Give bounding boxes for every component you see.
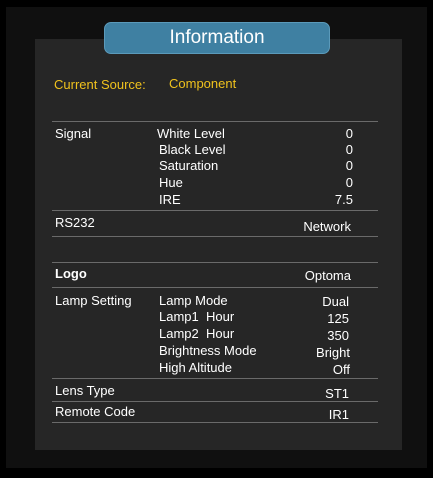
remote-code-label: Remote Code: [55, 404, 136, 419]
divider: [52, 378, 378, 379]
divider: [52, 121, 378, 122]
lens-type-label: Lens Type: [55, 383, 115, 398]
lamp-value-brightness-mode: Bright: [316, 345, 350, 360]
lamp-item-lamp1-hour: Lamp1 Hour: [159, 309, 235, 324]
signal-label: Signal: [55, 126, 92, 141]
signal-value-saturation: 0: [345, 158, 353, 173]
signal-value-black-level: 0: [345, 142, 353, 157]
logo-value: Optoma: [304, 268, 351, 283]
signal-value-white-level: 0: [345, 126, 353, 141]
divider: [52, 262, 378, 263]
rs232-label: RS232: [55, 215, 95, 230]
signal-item-ire: IRE: [159, 192, 181, 207]
divider: [52, 287, 378, 288]
menu-title: Information: [104, 22, 330, 54]
lamp-value-lamp2-hour: 350: [327, 328, 349, 343]
remote-code-value: IR1: [328, 407, 349, 422]
divider: [52, 210, 378, 211]
divider: [52, 401, 378, 402]
lamp-item-high-altitude: High Altitude: [159, 360, 232, 375]
signal-item-saturation: Saturation: [159, 158, 219, 173]
signal-item-black-level: Black Level: [159, 142, 226, 157]
current-source-label: Current Source:: [54, 77, 146, 92]
signal-item-hue: Hue: [159, 175, 183, 190]
divider: [52, 236, 378, 237]
lamp-item-lamp-mode: Lamp Mode: [159, 293, 228, 308]
lamp-value-high-altitude: Off: [332, 362, 350, 377]
signal-item-white-level: White Level: [157, 126, 225, 141]
signal-value-ire: 7.5: [334, 192, 353, 207]
lamp-value-lamp-mode: Dual: [322, 294, 349, 309]
lamp-setting-label: Lamp Setting: [55, 293, 132, 308]
divider: [52, 422, 378, 423]
lamp-item-lamp2-hour: Lamp2 Hour: [159, 326, 235, 341]
current-source-value: Component: [169, 76, 237, 91]
lamp-value-lamp1-hour: 125: [327, 311, 349, 326]
lens-type-value: ST1: [325, 386, 349, 401]
logo-label: Logo: [55, 266, 87, 281]
rs232-value: Network: [303, 219, 351, 234]
signal-value-hue: 0: [345, 175, 353, 190]
